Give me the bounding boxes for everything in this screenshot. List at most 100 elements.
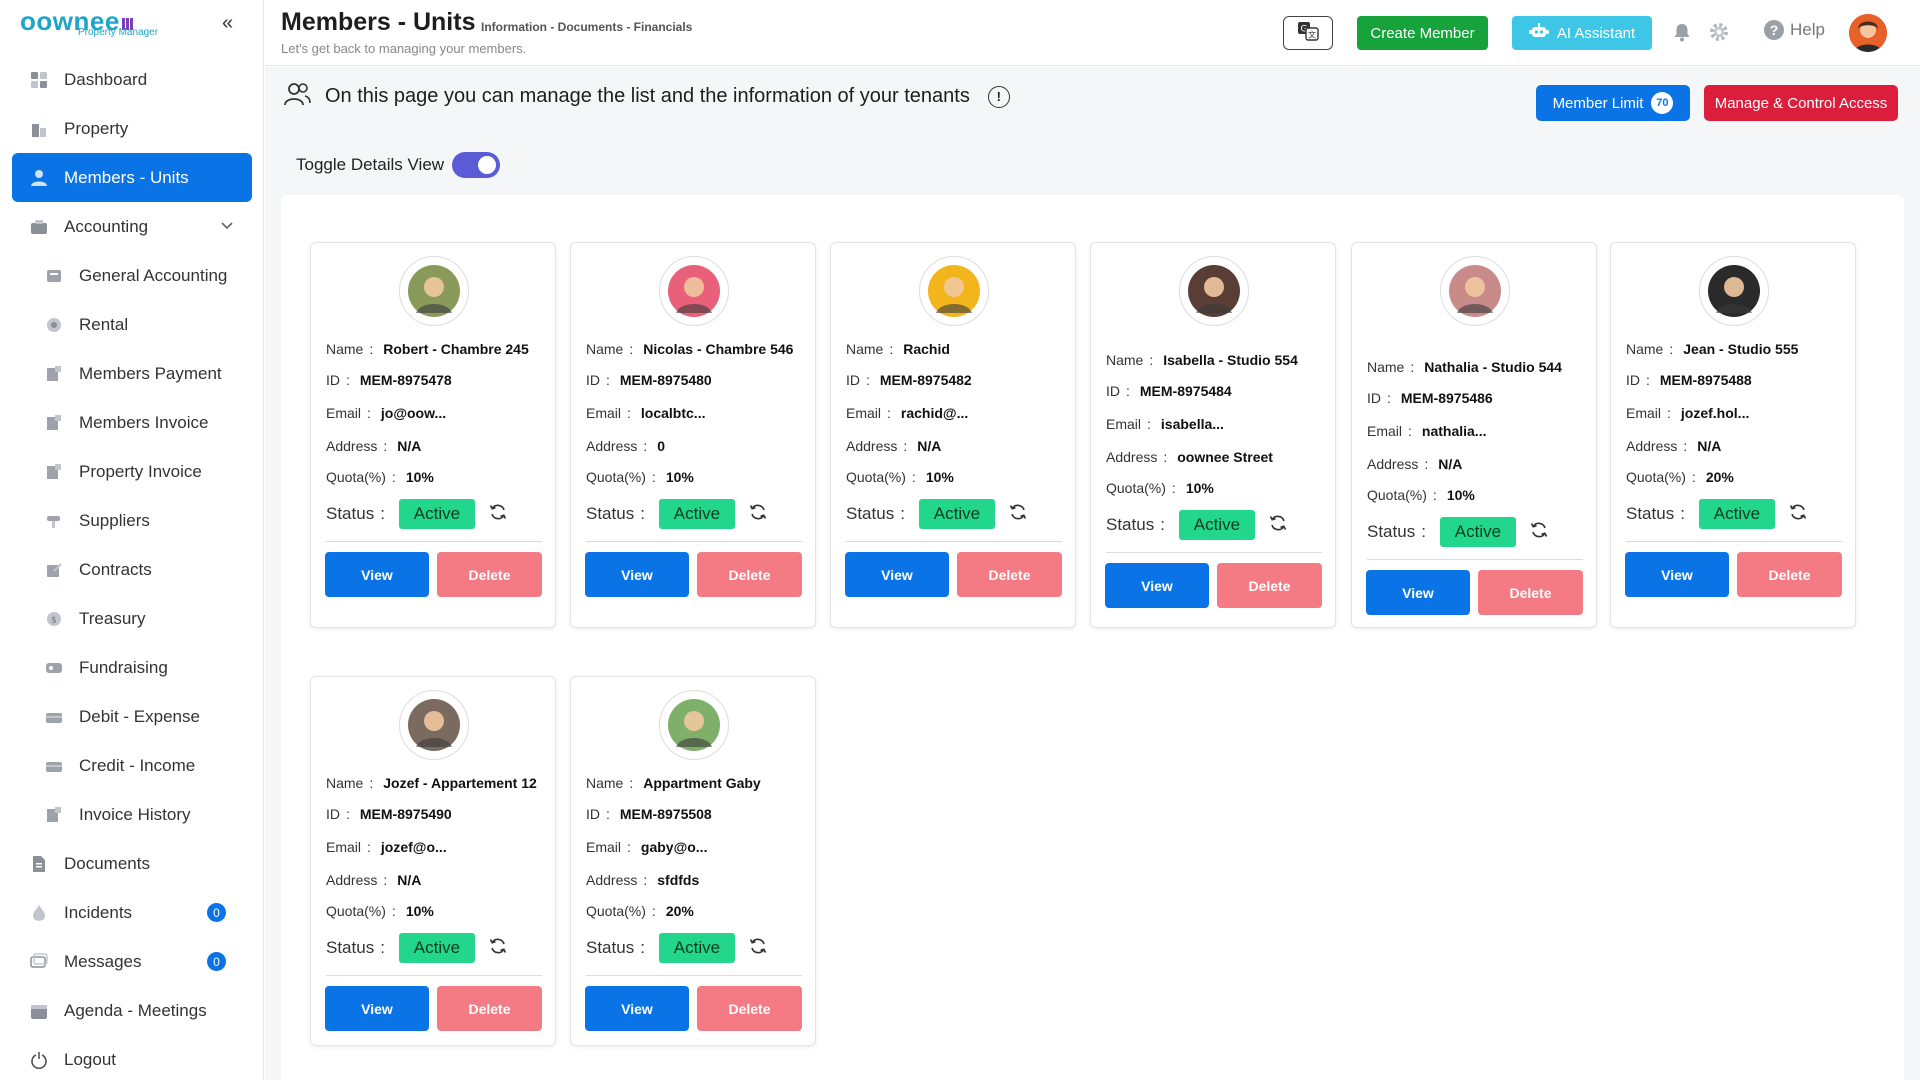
sidebar-item-messages[interactable]: Messages 0 (0, 937, 264, 986)
translate-button[interactable]: G文 (1283, 16, 1333, 50)
sidebar-item-documents[interactable]: Documents (0, 839, 264, 888)
member-email-label: Email (586, 839, 622, 855)
member-name-label: Name (1626, 341, 1664, 357)
svg-text:文: 文 (1308, 29, 1316, 39)
refresh-status-icon[interactable] (489, 937, 507, 960)
ai-assistant-button[interactable]: AI Assistant (1512, 16, 1652, 50)
member-email-row: Email: gaby@o... (586, 839, 707, 855)
member-name-row: Name: Jean - Studio 555 (1626, 341, 1798, 357)
member-email-row: Email: jozef@o... (326, 839, 447, 855)
member-id: MEM-8975490 (359, 806, 452, 822)
refresh-status-icon[interactable] (1269, 514, 1287, 537)
view-member-button[interactable]: View (325, 552, 429, 597)
status-label: Status (1106, 515, 1155, 534)
members-icon (30, 169, 48, 187)
separator-colon: : (369, 775, 374, 791)
delete-member-button[interactable]: Delete (1478, 570, 1583, 615)
delete-member-button[interactable]: Delete (1217, 563, 1322, 608)
refresh-status-icon[interactable] (1789, 503, 1807, 526)
refresh-status-icon[interactable] (1009, 503, 1027, 526)
sidebar-item-label: Contracts (79, 559, 152, 579)
bell-icon[interactable] (1673, 22, 1691, 47)
member-quota: 20% (1705, 469, 1734, 485)
separator-colon: : (1171, 480, 1176, 496)
separator-colon: : (1410, 359, 1415, 375)
card-divider (326, 541, 542, 542)
refresh-status-icon[interactable] (749, 937, 767, 960)
member-address-label: Address (846, 438, 898, 454)
sidebar-item-members-payment[interactable]: Members Payment (0, 349, 264, 398)
delete-member-button[interactable]: Delete (697, 986, 802, 1031)
view-member-button[interactable]: View (585, 986, 689, 1031)
sidebar-item-contracts[interactable]: Contracts (0, 545, 264, 594)
member-quota-label: Quota(%) (586, 469, 646, 485)
collapse-sidebar-button[interactable]: « (222, 12, 233, 35)
view-member-button[interactable]: View (585, 552, 689, 597)
member-email: jozef.hol... (1680, 405, 1750, 421)
sidebar-item-treasury[interactable]: $ Treasury (0, 594, 264, 643)
sidebar-item-property[interactable]: Property (0, 104, 264, 153)
separator-colon: : (1669, 341, 1674, 357)
property-icon (30, 120, 48, 138)
contracts-icon (45, 561, 63, 579)
help-button[interactable]: ? Help (1764, 20, 1825, 40)
sidebar-item-label: Property Invoice (79, 461, 202, 481)
member-status-row: Status: Active (1367, 517, 1548, 547)
sidebar-item-members-invoice[interactable]: Members Invoice (0, 398, 264, 447)
messages-icon (30, 952, 48, 971)
sidebar-item-fundraising[interactable]: Fundraising (0, 643, 264, 692)
member-address-label: Address (586, 438, 638, 454)
user-avatar[interactable] (1849, 14, 1887, 52)
refresh-status-icon[interactable] (1530, 521, 1548, 544)
separator-colon: : (346, 806, 350, 822)
delete-member-button[interactable]: Delete (437, 986, 542, 1031)
toggle-details-switch[interactable] (452, 152, 501, 178)
gear-icon[interactable] (1708, 21, 1730, 48)
sidebar-item-suppliers[interactable]: Suppliers (0, 496, 264, 545)
info-icon[interactable]: ! (987, 85, 1010, 108)
status-badge: Active (918, 499, 995, 529)
treasury-icon: $ (45, 610, 63, 628)
view-member-button[interactable]: View (845, 552, 949, 597)
member-quota-label: Quota(%) (586, 903, 646, 919)
view-member-button[interactable]: View (1366, 570, 1470, 615)
delete-member-button[interactable]: Delete (957, 552, 1062, 597)
create-member-button[interactable]: Create Member (1357, 16, 1488, 50)
separator-colon: : (1149, 352, 1154, 368)
sidebar-item-incidents[interactable]: Incidents 0 (0, 888, 264, 937)
sidebar-item-rental[interactable]: Rental (0, 300, 264, 349)
member-quota-label: Quota(%) (1626, 469, 1686, 485)
sidebar-item-general-accounting[interactable]: General Accounting (0, 251, 264, 300)
member-email-row: Email: rachid@... (846, 405, 968, 421)
delete-member-button[interactable]: Delete (437, 552, 542, 597)
sidebar-item-logout[interactable]: Logout (0, 1035, 264, 1080)
separator-colon: : (1387, 390, 1391, 406)
view-member-button[interactable]: View (325, 986, 429, 1031)
documents-icon (30, 855, 48, 873)
delete-member-button[interactable]: Delete (1737, 552, 1842, 597)
chevron-down-icon[interactable] (220, 217, 234, 237)
refresh-status-icon[interactable] (749, 503, 767, 526)
sidebar-item-agenda-meetings[interactable]: Agenda - Meetings (0, 986, 264, 1035)
card-divider (586, 541, 802, 542)
sidebar-item-credit-income[interactable]: Credit - Income (0, 741, 264, 790)
sidebar-item-property-invoice[interactable]: Property Invoice (0, 447, 264, 496)
manage-access-button[interactable]: Manage & Control Access (1704, 85, 1898, 121)
delete-member-button[interactable]: Delete (697, 552, 802, 597)
sidebar-item-invoice-history[interactable]: Invoice History (0, 790, 264, 839)
sidebar-item-accounting[interactable]: Accounting (0, 202, 264, 251)
refresh-status-icon[interactable] (489, 503, 507, 526)
member-id-row: ID: MEM-8975480 (586, 372, 712, 388)
sidebar-item-debit-expense[interactable]: Debit - Expense (0, 692, 264, 741)
member-quota-row: Quota(%):20% (586, 903, 694, 919)
separator-colon: : (1683, 438, 1688, 454)
member-card: Name: Appartment Gaby ID: MEM-8975508 Email:… (570, 676, 816, 1046)
sidebar-item-dashboard[interactable]: Dashboard (0, 55, 264, 104)
view-member-button[interactable]: View (1105, 563, 1209, 608)
separator-colon: : (627, 839, 631, 855)
sidebar-item-members-units[interactable]: Members - Units (12, 153, 252, 202)
member-email: gaby@o... (640, 839, 708, 855)
view-member-button[interactable]: View (1625, 552, 1729, 597)
separator-colon: : (1691, 469, 1696, 485)
member-limit-button[interactable]: Member Limit 70 (1536, 85, 1690, 121)
